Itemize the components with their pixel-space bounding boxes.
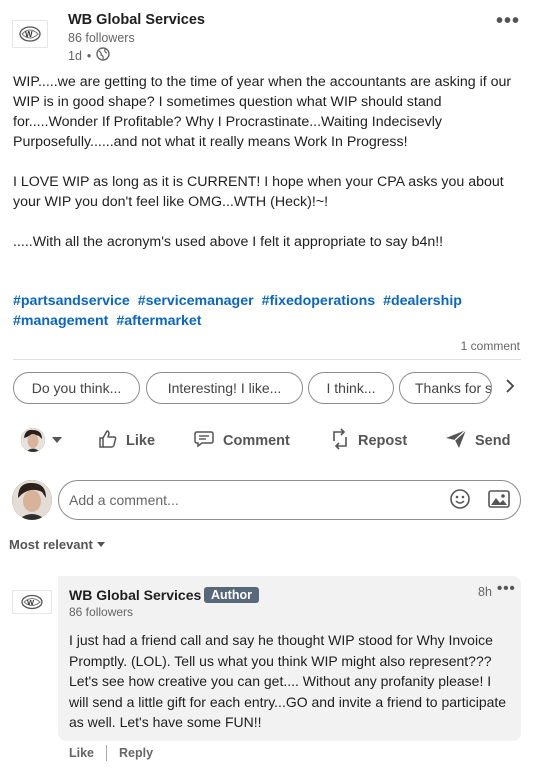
- post-paragraph-2: I LOVE WIP as long as it is CURRENT! I h…: [13, 174, 504, 210]
- chevron-down-icon[interactable]: [52, 437, 62, 443]
- thumbs-up-icon: [98, 429, 118, 453]
- comment-author-name[interactable]: WB Global Services: [69, 587, 201, 603]
- comment-author-logo[interactable]: W: [12, 590, 52, 614]
- post-author-name[interactable]: WB Global Services: [68, 12, 205, 28]
- sort-dropdown[interactable]: Most relevant: [9, 537, 105, 552]
- hashtag-link[interactable]: #dealership: [383, 293, 462, 309]
- like-label: Like: [126, 433, 156, 449]
- post-time: 1d: [68, 48, 82, 63]
- photo-icon[interactable]: [488, 489, 510, 514]
- send-button[interactable]: Send: [445, 423, 510, 459]
- post-paragraph-1: WIP.....we are getting to the time of ye…: [13, 74, 512, 150]
- repost-label: Repost: [358, 433, 408, 449]
- comment-icon: [193, 429, 215, 453]
- svg-text:W: W: [25, 30, 33, 39]
- post-more-options-button[interactable]: •••: [496, 10, 520, 33]
- meta-separator: •: [86, 48, 92, 63]
- comment-button[interactable]: Comment: [193, 423, 290, 459]
- comment-like-button[interactable]: Like: [69, 746, 94, 760]
- reaction-avatar[interactable]: [21, 428, 45, 452]
- user-avatar[interactable]: [12, 480, 52, 520]
- comment-time: 8h: [478, 585, 492, 599]
- suggestion-chip[interactable]: Interesting! I like...: [146, 372, 303, 404]
- suggestion-chip[interactable]: I think...: [308, 372, 394, 404]
- chevron-right-icon[interactable]: [505, 378, 515, 399]
- repost-icon: [330, 428, 350, 454]
- company-logo[interactable]: W: [12, 20, 48, 48]
- comment-actions: Like Reply: [69, 745, 153, 761]
- hashtag-link[interactable]: #management: [13, 313, 108, 329]
- sort-label: Most relevant: [9, 537, 93, 552]
- hashtag-link[interactable]: #servicemanager: [138, 293, 254, 309]
- send-label: Send: [475, 433, 511, 449]
- suggestion-chip[interactable]: Thanks for s: [399, 372, 492, 404]
- chevron-down-icon: [96, 542, 105, 547]
- post-author-followers: 86 followers: [68, 31, 135, 45]
- globe-icon: [96, 47, 110, 64]
- emoji-icon[interactable]: [449, 488, 471, 515]
- comment-text: I just had a friend call and say he thou…: [69, 632, 507, 730]
- comment-author-followers: 86 followers: [69, 605, 134, 619]
- post-body: WIP.....we are getting to the time of ye…: [13, 72, 523, 252]
- comment-reply-button[interactable]: Reply: [119, 746, 153, 760]
- suggestion-chip[interactable]: Do you think...: [13, 372, 140, 404]
- hashtag-link[interactable]: #aftermarket: [116, 313, 201, 329]
- comment-count-link[interactable]: 1 comment: [461, 339, 520, 353]
- send-icon: [445, 429, 467, 453]
- divider: [13, 359, 521, 360]
- like-button[interactable]: Like: [98, 423, 155, 459]
- hashtag-link[interactable]: #fixedoperations: [262, 293, 376, 309]
- hashtag-link[interactable]: #partsandservice: [13, 293, 130, 309]
- repost-button[interactable]: Repost: [330, 423, 407, 459]
- divider: [106, 745, 108, 761]
- post-meta: 1d •: [68, 47, 110, 64]
- comment-input-placeholder: Add a comment...: [69, 492, 179, 508]
- author-badge: Author: [204, 587, 259, 603]
- post-paragraph-3: .....With all the acronym's used above I…: [13, 234, 444, 250]
- post-hashtags: #partsandservice #servicemanager #fixedo…: [13, 291, 523, 331]
- svg-text:W: W: [27, 598, 35, 607]
- comment-label: Comment: [223, 433, 290, 449]
- comment-more-options-button[interactable]: •••: [497, 580, 516, 597]
